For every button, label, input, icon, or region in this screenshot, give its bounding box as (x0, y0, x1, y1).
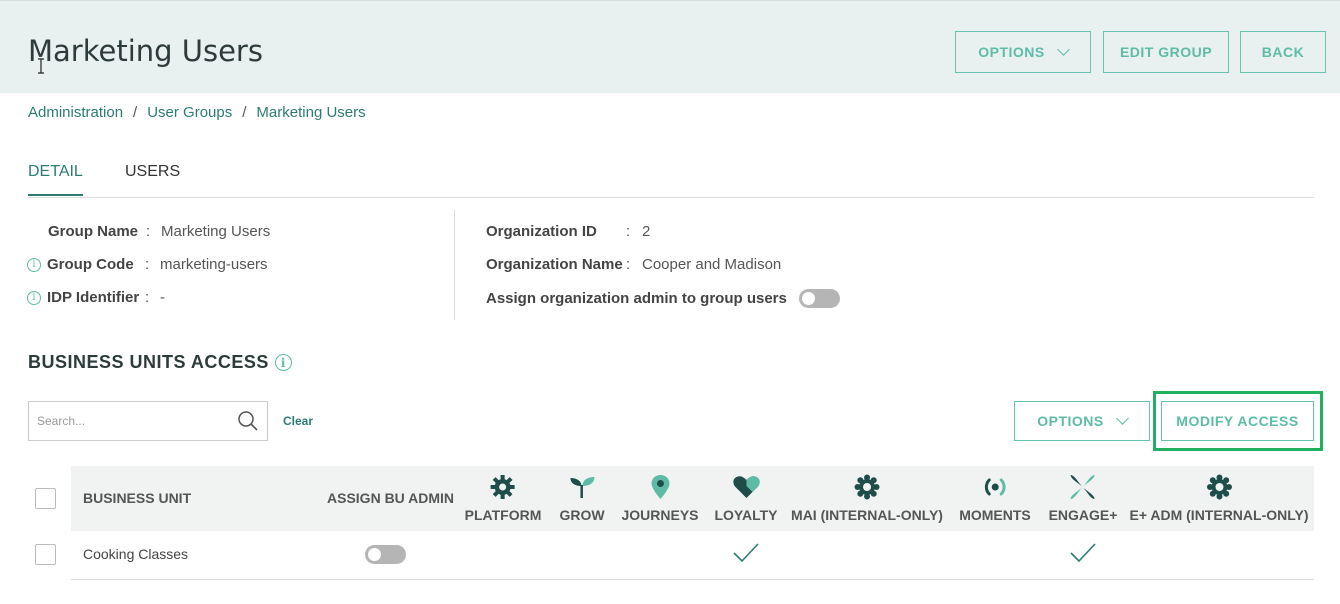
search-input[interactable] (37, 414, 237, 428)
breadcrumb-user-groups[interactable]: User Groups (147, 104, 232, 121)
detail-organization-id: Organization ID : 2 (486, 223, 650, 240)
header-options-label: OPTIONS (978, 44, 1045, 60)
organization-id-value: 2 (642, 223, 651, 240)
sprout-icon (568, 473, 596, 501)
row-assign-bu-admin-toggle[interactable] (365, 545, 406, 564)
idp-identifier-value: - (160, 289, 165, 306)
back-button[interactable]: BACK (1240, 31, 1326, 73)
column-mai-label: MAI (INTERNAL-ONLY) (791, 507, 943, 523)
gear-icon (853, 473, 881, 501)
info-icon[interactable]: i (27, 290, 41, 305)
idp-identifier-label: IDP Identifier (47, 289, 140, 306)
column-moments: MOMENTS (959, 473, 1031, 523)
column-engage-plus-label: ENGAGE+ (1048, 507, 1118, 523)
detail-idp-identifier: i IDP Identifier : - (27, 289, 165, 306)
organization-id-label: Organization ID (486, 223, 597, 240)
row-divider (71, 579, 1314, 580)
breadcrumb: Administration / User Groups / Marketing… (28, 104, 366, 121)
page-header: Marketing Users OPTIONS EDIT GROUP BACK (0, 0, 1340, 93)
row-business-unit-name: Cooking Classes (83, 546, 189, 562)
text-cursor-icon (38, 58, 44, 74)
edit-group-button[interactable]: EDIT GROUP (1103, 31, 1229, 73)
column-moments-label: MOMENTS (959, 507, 1031, 523)
group-code-label: Group Code (47, 256, 134, 273)
header-options-button[interactable]: OPTIONS (955, 31, 1091, 73)
colon: : (626, 223, 631, 240)
column-platform: PLATFORM (464, 473, 542, 523)
column-grow-label: GROW (559, 507, 605, 523)
assign-org-admin-toggle[interactable] (798, 289, 840, 308)
breadcrumb-administration[interactable]: Administration (28, 104, 123, 121)
breadcrumb-separator: / (133, 104, 138, 121)
gear-icon (489, 473, 517, 501)
search-box (28, 401, 268, 441)
column-grow: GROW (559, 473, 605, 523)
group-name-label: Group Name (48, 223, 139, 240)
info-icon[interactable]: i (27, 257, 41, 272)
modify-access-button[interactable]: MODIFY ACCESS (1161, 401, 1314, 441)
check-icon (1070, 543, 1096, 563)
breadcrumb-marketing-users[interactable]: Marketing Users (256, 104, 365, 121)
tab-detail[interactable]: DETAIL (28, 163, 83, 196)
colon: : (145, 256, 150, 273)
colon: : (626, 256, 631, 273)
gear-icon (1205, 473, 1233, 501)
organization-name-label: Organization Name (486, 256, 623, 273)
group-code-value: marketing-users (160, 256, 268, 273)
column-platform-label: PLATFORM (464, 507, 542, 523)
detail-group-name: Group Name : Marketing Users (48, 223, 270, 240)
check-icon (733, 543, 759, 563)
chevron-down-icon (1056, 43, 1070, 56)
column-eplus-adm: E+ ADM (INTERNAL-ONLY) (1129, 473, 1309, 523)
clear-search-link[interactable]: Clear (283, 414, 313, 428)
column-journeys: JOURNEYS (621, 473, 699, 523)
breadcrumb-separator: / (242, 104, 247, 121)
column-business-unit[interactable]: BUSINESS UNIT (83, 490, 191, 506)
map-pin-icon (646, 473, 674, 501)
column-assign-bu-admin[interactable]: ASSIGN BU ADMIN (327, 490, 454, 506)
bu-options-label: OPTIONS (1037, 413, 1104, 429)
chevron-down-icon (1115, 412, 1129, 425)
details-divider (454, 210, 455, 320)
leaf-star-icon (1069, 473, 1097, 501)
heart-tag-icon (732, 473, 760, 501)
column-eplus-adm-label: E+ ADM (INTERNAL-ONLY) (1129, 507, 1309, 523)
select-all-checkbox[interactable] (35, 488, 56, 509)
business-units-title-text: BUSINESS UNITS ACCESS (28, 352, 269, 372)
organization-name-value: Cooper and Madison (642, 256, 782, 273)
info-icon[interactable]: i (274, 354, 292, 371)
detail-group-code: i Group Code : marketing-users (27, 256, 268, 273)
detail-organization-name: Organization Name : Cooper and Madison (486, 256, 781, 273)
column-journeys-label: JOURNEYS (621, 507, 699, 523)
broadcast-icon (981, 473, 1009, 501)
column-loyalty-label: LOYALTY (714, 507, 778, 523)
assign-org-admin-label: Assign organization admin to group users (486, 290, 787, 307)
page-title: Marketing Users (28, 34, 263, 68)
colon: : (145, 289, 150, 306)
column-engage-plus: ENGAGE+ (1048, 473, 1118, 523)
colon: : (146, 223, 151, 240)
row-checkbox[interactable] (35, 544, 56, 565)
column-mai: MAI (INTERNAL-ONLY) (791, 473, 943, 523)
bu-options-button[interactable]: OPTIONS (1014, 401, 1150, 441)
business-units-title: BUSINESS UNITS ACCESS i (28, 352, 292, 373)
tab-bar: DETAIL USERS (28, 160, 1314, 198)
tab-users[interactable]: USERS (125, 163, 180, 194)
column-loyalty: LOYALTY (714, 473, 778, 523)
detail-assign-org-admin: Assign organization admin to group users (486, 289, 840, 308)
group-name-value: Marketing Users (161, 223, 271, 240)
search-icon[interactable] (237, 410, 259, 432)
